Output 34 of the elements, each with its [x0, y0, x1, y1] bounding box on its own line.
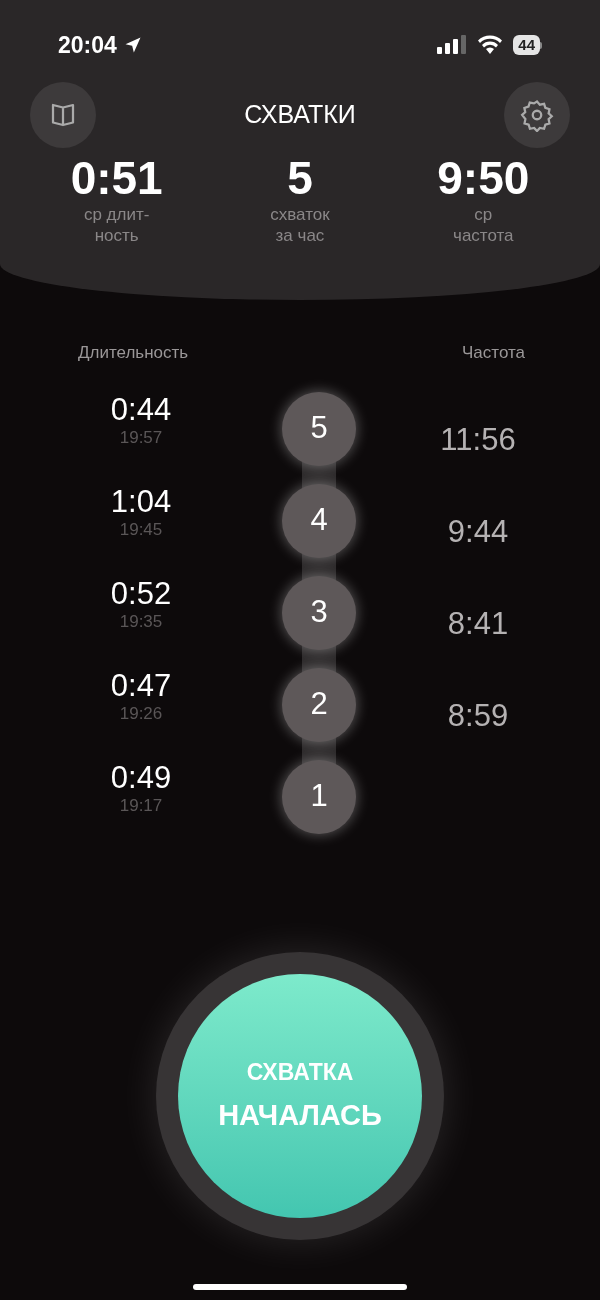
- contraction-number: 2: [282, 667, 356, 742]
- status-time: 20:04: [58, 30, 117, 60]
- interval-value: 8:41: [446, 605, 510, 643]
- duration-value: 1:04: [110, 483, 172, 520]
- contraction-number: 3: [282, 575, 356, 650]
- contraction-number: 5: [282, 391, 356, 466]
- stat-label: ср длит-ность: [82, 204, 151, 246]
- column-heading: Длительность: [78, 342, 189, 364]
- contraction-number: 4: [282, 483, 356, 558]
- signal-icon: [437, 35, 468, 55]
- start-time: 19:17: [119, 795, 163, 816]
- settings-icon: [520, 98, 554, 132]
- stat-label: схваток за час: [269, 204, 331, 246]
- stat-value: 9:50: [437, 152, 530, 204]
- screen-title: СХВАТКИ: [244, 99, 356, 131]
- stat-value: 5: [287, 152, 313, 204]
- interval-value: 9:44: [446, 513, 510, 551]
- interval-value: 8:59: [446, 697, 510, 735]
- stat-value: 0:51: [70, 152, 163, 204]
- duration-value: 0:47: [110, 667, 172, 704]
- column-heading: Частота: [462, 342, 525, 364]
- contraction-start-button[interactable]: СХВАТКА НАЧАЛАСЬ: [178, 974, 422, 1218]
- duration-value: 0:52: [110, 575, 172, 612]
- start-time: 19:45: [119, 519, 163, 540]
- duration-value: 0:49: [110, 759, 172, 796]
- battery-level: 44: [513, 35, 540, 55]
- start-time: 19:26: [119, 703, 163, 724]
- start-time: 19:35: [119, 611, 163, 632]
- contraction-number: 1: [282, 759, 356, 834]
- stat-label: ср частота: [452, 204, 515, 246]
- start-time: 19:57: [119, 427, 163, 448]
- duration-value: 0:44: [110, 391, 172, 428]
- wifi-icon: [477, 35, 504, 55]
- interval-value: 11:56: [439, 421, 517, 459]
